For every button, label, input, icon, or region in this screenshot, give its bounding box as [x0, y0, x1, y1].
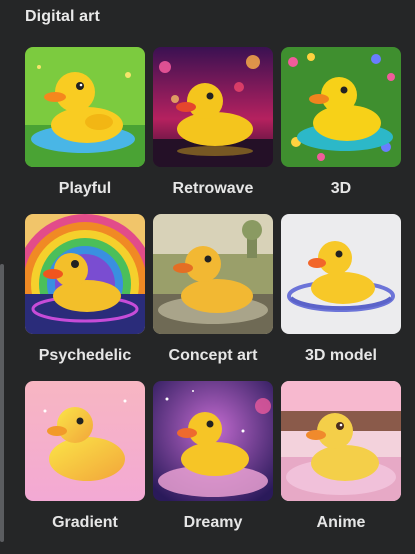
style-label: Retrowave — [172, 180, 254, 197]
style-grid: Playful Retrowave 3D Psychedelic Concept… — [25, 47, 401, 548]
style-label: Concept art — [168, 347, 258, 364]
duck-anime-thumbnail — [281, 381, 401, 501]
style-option-retrowave[interactable]: Retrowave — [153, 47, 273, 214]
style-option-dreamy[interactable]: Dreamy — [153, 381, 273, 548]
style-label: 3D model — [304, 347, 377, 364]
style-label: Anime — [316, 514, 366, 531]
style-option-concept-art[interactable]: Concept art — [153, 214, 273, 381]
style-label: Playful — [58, 180, 112, 197]
duck-playful-thumbnail — [25, 47, 145, 167]
style-label: Dreamy — [183, 514, 243, 531]
style-option-gradient[interactable]: Gradient — [25, 381, 145, 548]
duck-concept-art-thumbnail — [153, 214, 273, 334]
section-title: Digital art — [25, 8, 100, 25]
style-label: 3D — [330, 180, 352, 197]
style-option-psychedelic[interactable]: Psychedelic — [25, 214, 145, 381]
style-option-anime[interactable]: Anime — [281, 381, 401, 548]
duck-gradient-thumbnail — [25, 381, 145, 501]
style-label: Gradient — [52, 514, 118, 531]
duck-retrowave-thumbnail — [153, 47, 273, 167]
duck-3d-thumbnail — [281, 47, 401, 167]
duck-dreamy-thumbnail — [153, 381, 273, 501]
duck-3d-model-thumbnail — [281, 214, 401, 334]
style-option-playful[interactable]: Playful — [25, 47, 145, 214]
scrollbar[interactable] — [0, 264, 4, 542]
style-option-3d[interactable]: 3D — [281, 47, 401, 214]
style-label: Psychedelic — [38, 347, 132, 364]
duck-psychedelic-thumbnail — [25, 214, 145, 334]
style-option-3d-model[interactable]: 3D model — [281, 214, 401, 381]
